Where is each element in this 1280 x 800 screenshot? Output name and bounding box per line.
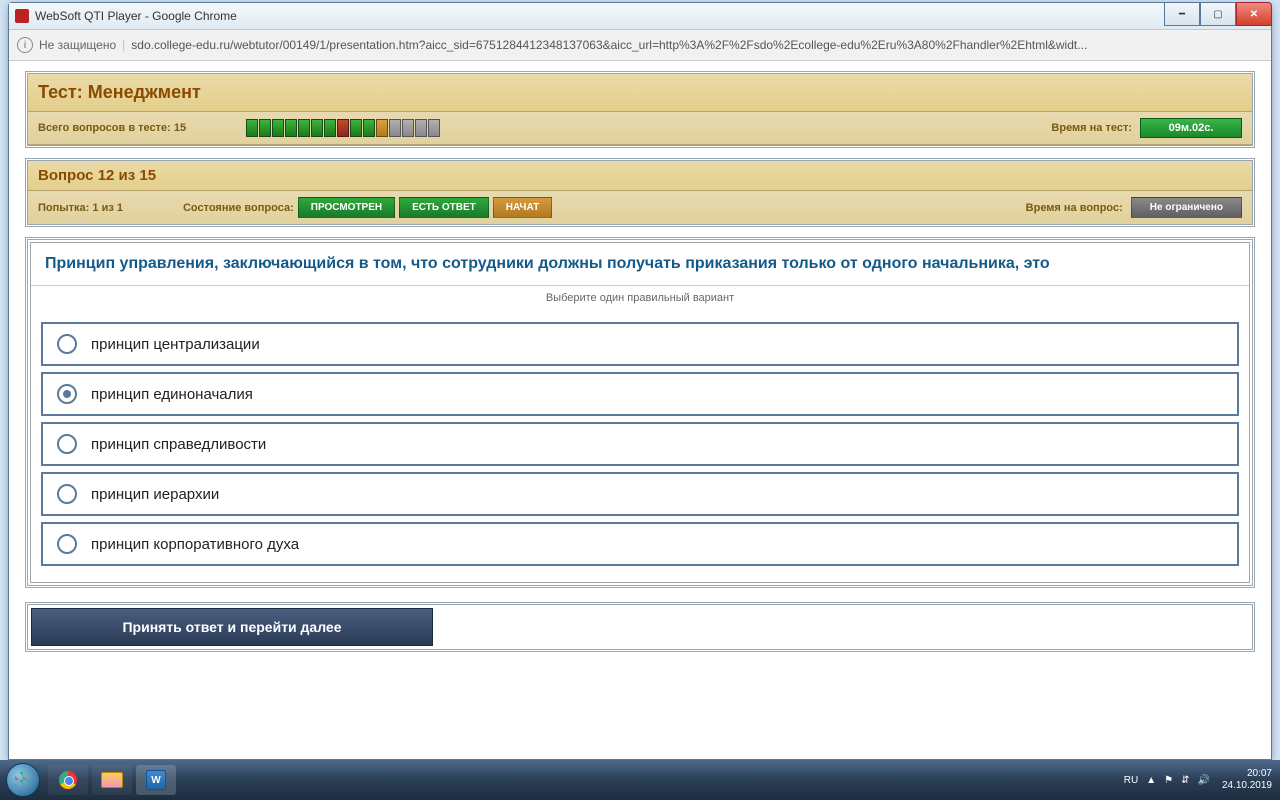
clock[interactable]: 20:07 24.10.2019 bbox=[1222, 768, 1272, 792]
answer-option[interactable]: принцип иерархии bbox=[41, 472, 1239, 516]
close-button[interactable]: ✕ bbox=[1236, 2, 1272, 26]
word-icon: W bbox=[146, 770, 166, 790]
insecure-icon[interactable]: i bbox=[17, 37, 33, 53]
window-controls: ━ ▢ ✕ bbox=[1164, 2, 1272, 26]
state-label: Состояние вопроса: bbox=[183, 202, 294, 214]
browser-window: WebSoft QTI Player - Google Chrome ━ ▢ ✕… bbox=[8, 2, 1272, 760]
radio-icon bbox=[57, 534, 77, 554]
badge-started: НАЧАТ bbox=[493, 197, 553, 218]
progress-box bbox=[350, 119, 362, 137]
attempt-label: Попытка: 1 из 1 bbox=[38, 202, 123, 214]
answer-option[interactable]: принцип единоначалия bbox=[41, 372, 1239, 416]
url-text[interactable]: sdo.college-edu.ru/webtutor/00149/1/pres… bbox=[131, 38, 1263, 52]
flag-icon[interactable]: ⚑ bbox=[1164, 775, 1173, 786]
chrome-icon bbox=[59, 771, 77, 789]
start-button[interactable] bbox=[0, 760, 46, 800]
taskbar-chrome[interactable] bbox=[48, 765, 88, 795]
submit-button[interactable]: Принять ответ и перейти далее bbox=[31, 608, 433, 646]
question-time-value: Не ограничено bbox=[1131, 197, 1242, 218]
progress-box bbox=[259, 119, 271, 137]
test-title: Тест: Менеджмент bbox=[28, 74, 1252, 112]
clock-date: 24.10.2019 bbox=[1222, 780, 1272, 792]
options-container: принцип централизации принцип единоначали… bbox=[31, 310, 1249, 582]
progress-box bbox=[324, 119, 336, 137]
test-header-panel: Тест: Менеджмент Всего вопросов в тесте:… bbox=[25, 71, 1255, 148]
favicon-icon bbox=[15, 9, 29, 23]
answer-option[interactable]: принцип централизации bbox=[41, 322, 1239, 366]
page-content: Тест: Менеджмент Всего вопросов в тесте:… bbox=[9, 61, 1271, 759]
volume-icon[interactable]: 🔊 bbox=[1197, 775, 1209, 786]
radio-icon bbox=[57, 484, 77, 504]
maximize-button[interactable]: ▢ bbox=[1200, 2, 1236, 26]
taskbar-explorer[interactable] bbox=[92, 765, 132, 795]
titlebar: WebSoft QTI Player - Google Chrome ━ ▢ ✕ bbox=[9, 3, 1271, 30]
option-label: принцип единоначалия bbox=[91, 386, 253, 403]
progress-box bbox=[428, 119, 440, 137]
question-header-panel: Вопрос 12 из 15 Попытка: 1 из 1 Состояни… bbox=[25, 158, 1255, 227]
radio-icon bbox=[57, 434, 77, 454]
lang-indicator[interactable]: RU bbox=[1124, 775, 1138, 786]
progress-box bbox=[298, 119, 310, 137]
progress-box bbox=[272, 119, 284, 137]
badge-answered: ЕСТЬ ОТВЕТ bbox=[399, 197, 489, 218]
taskbar-word[interactable]: W bbox=[136, 765, 176, 795]
minimize-button[interactable]: ━ bbox=[1164, 2, 1200, 26]
progress-box bbox=[415, 119, 427, 137]
badge-viewed: ПРОСМОТРЕН bbox=[298, 197, 395, 218]
option-label: принцип централизации bbox=[91, 336, 260, 353]
address-bar: i Не защищено | sdo.college-edu.ru/webtu… bbox=[9, 30, 1271, 61]
progress-box bbox=[389, 119, 401, 137]
security-label: Не защищено bbox=[39, 38, 116, 52]
test-subheader: Всего вопросов в тесте: 15 Время на тест… bbox=[28, 112, 1252, 145]
question-text: Принцип управления, заключающийся в том,… bbox=[31, 243, 1249, 286]
option-label: принцип иерархии bbox=[91, 486, 219, 503]
progress-box bbox=[337, 119, 349, 137]
window-title: WebSoft QTI Player - Google Chrome bbox=[35, 9, 237, 23]
total-questions-label: Всего вопросов в тесте: 15 bbox=[38, 122, 186, 134]
question-time-label: Время на вопрос: bbox=[1026, 202, 1123, 214]
question-number: Вопрос 12 из 15 bbox=[28, 161, 1252, 191]
test-time-label: Время на тест: bbox=[1051, 122, 1132, 134]
option-label: принцип справедливости bbox=[91, 436, 266, 453]
network-icon[interactable]: ⇵ bbox=[1181, 775, 1189, 786]
radio-icon bbox=[57, 384, 77, 404]
progress-box bbox=[311, 119, 323, 137]
test-timer: 09м.02с. bbox=[1140, 118, 1242, 138]
question-panel: Принцип управления, заключающийся в том,… bbox=[25, 237, 1255, 588]
clock-time: 20:07 bbox=[1222, 768, 1272, 780]
option-label: принцип корпоративного духа bbox=[91, 536, 299, 553]
answer-option[interactable]: принцип корпоративного духа bbox=[41, 522, 1239, 566]
system-tray[interactable]: RU ▲ ⚑ ⇵ 🔊 20:07 24.10.2019 bbox=[1120, 768, 1280, 792]
progress-box bbox=[246, 119, 258, 137]
tray-up-icon[interactable]: ▲ bbox=[1146, 775, 1156, 786]
progress-box bbox=[285, 119, 297, 137]
attempt-row: Попытка: 1 из 1 Состояние вопроса: ПРОСМ… bbox=[28, 191, 1252, 224]
folder-icon bbox=[101, 772, 123, 788]
submit-row: Принять ответ и перейти далее bbox=[25, 602, 1255, 652]
taskbar: W RU ▲ ⚑ ⇵ 🔊 20:07 24.10.2019 bbox=[0, 760, 1280, 800]
answer-option[interactable]: принцип справедливости bbox=[41, 422, 1239, 466]
progress-boxes bbox=[246, 119, 441, 137]
progress-box bbox=[402, 119, 414, 137]
radio-icon bbox=[57, 334, 77, 354]
progress-box bbox=[376, 119, 388, 137]
progress-box bbox=[363, 119, 375, 137]
question-hint: Выберите один правильный вариант bbox=[31, 286, 1249, 310]
